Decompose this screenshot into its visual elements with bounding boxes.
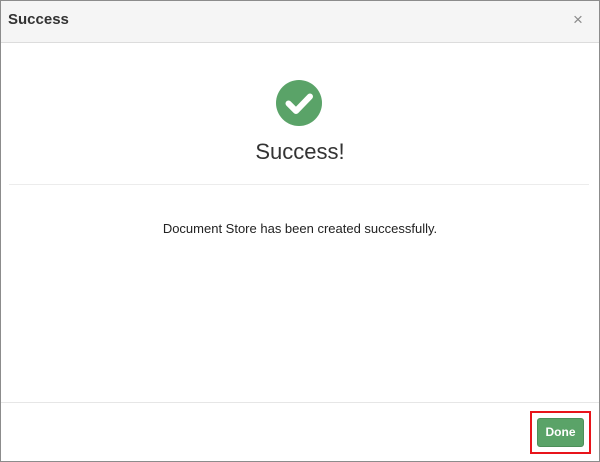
- dialog-header: Success ×: [1, 1, 599, 43]
- footer-divider: [1, 402, 599, 403]
- success-heading: Success!: [255, 139, 345, 164]
- success-message: Document Store has been created successf…: [162, 221, 438, 236]
- success-dialog: Success × Success! Document Store has be…: [0, 0, 600, 462]
- content-divider: [9, 184, 589, 185]
- done-button[interactable]: Done: [537, 418, 584, 447]
- check-circle-icon: [276, 80, 322, 126]
- close-icon[interactable]: ×: [570, 10, 586, 30]
- dialog-title: Success: [8, 11, 69, 28]
